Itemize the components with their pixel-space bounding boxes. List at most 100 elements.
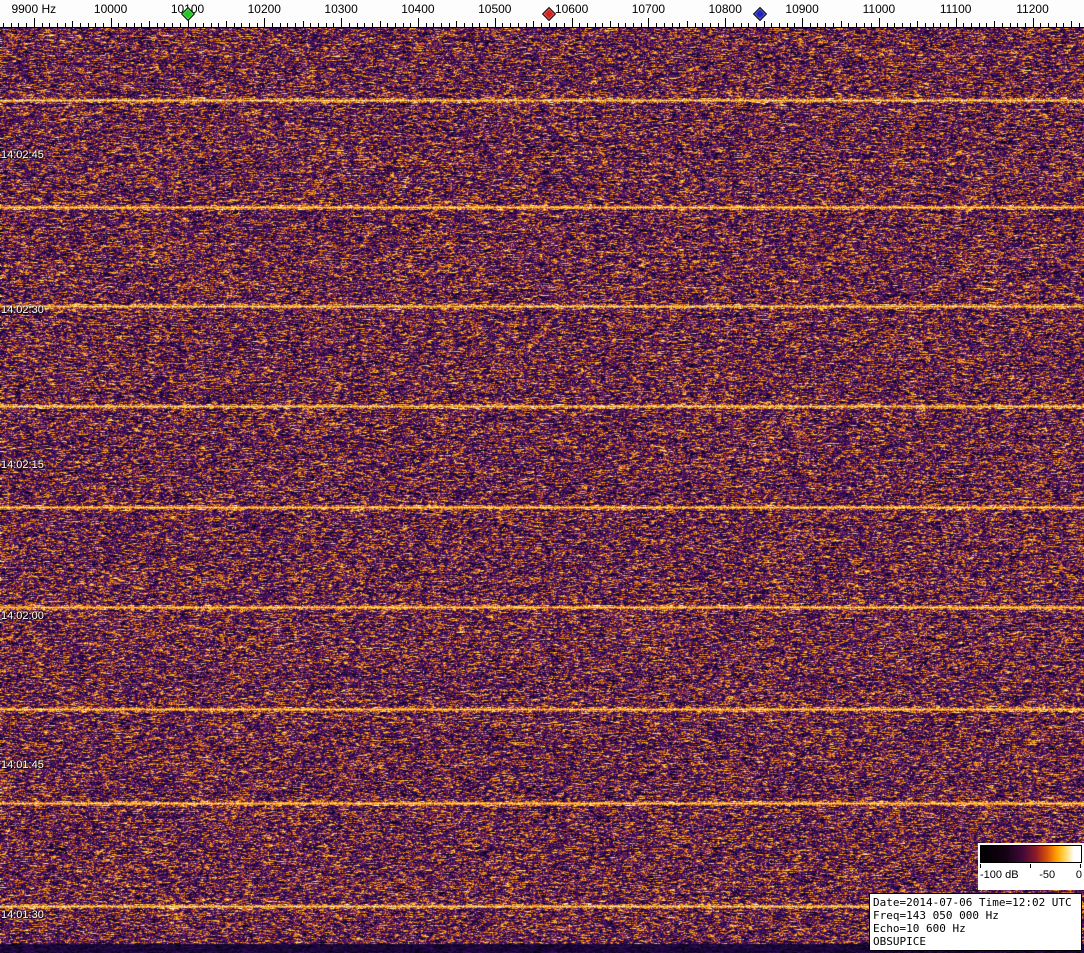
ruler-tick xyxy=(718,23,719,27)
ruler-tick xyxy=(333,23,334,27)
ruler-tick xyxy=(841,21,842,27)
frequency-ruler[interactable]: 9900 Hz100001010010200103001040010500106… xyxy=(0,0,1084,28)
ruler-tick xyxy=(986,23,987,27)
ruler-tick xyxy=(495,18,496,27)
ruler-tick xyxy=(472,23,473,27)
ruler-tick xyxy=(3,23,4,27)
ruler-tick xyxy=(172,23,173,27)
ruler-tick xyxy=(234,23,235,27)
ruler-tick xyxy=(971,23,972,27)
ruler-tick xyxy=(57,23,58,27)
ruler-tick xyxy=(318,23,319,27)
ruler-tick xyxy=(994,21,995,27)
ruler-tick xyxy=(349,23,350,27)
colorbar-labels: -100 dB -50 0 xyxy=(980,869,1082,881)
ruler-tick xyxy=(856,23,857,27)
ruler-tick xyxy=(418,18,419,27)
ruler-tick xyxy=(1010,23,1011,27)
ruler-tick xyxy=(72,21,73,27)
ruler-tick xyxy=(42,23,43,27)
ruler-tick xyxy=(203,23,204,27)
freq-tick-label: 11200 xyxy=(1016,2,1048,16)
ruler-tick xyxy=(118,23,119,27)
ruler-tick xyxy=(779,23,780,27)
ruler-tick xyxy=(1079,23,1080,27)
ruler-tick xyxy=(372,23,373,27)
ruler-tick xyxy=(802,18,803,27)
freq-tick-label: 11100 xyxy=(940,2,972,16)
freq-tick-label: 10700 xyxy=(632,2,665,16)
ruler-tick xyxy=(1071,21,1072,27)
ruler-tick xyxy=(303,21,304,27)
time-label: 14:01:30 xyxy=(1,909,44,921)
ruler-tick xyxy=(456,21,457,27)
ruler-tick xyxy=(410,23,411,27)
ruler-tick xyxy=(518,23,519,27)
time-label: 14:02:00 xyxy=(1,610,44,622)
info-line-freq: Freq=143 050 000 Hz xyxy=(873,909,1078,922)
time-label: 14:02:45 xyxy=(1,149,44,161)
ruler-tick xyxy=(748,23,749,27)
ruler-tick xyxy=(380,21,381,27)
ruler-tick xyxy=(103,23,104,27)
ruler-tick xyxy=(441,23,442,27)
ruler-tick xyxy=(848,23,849,27)
ruler-tick xyxy=(1056,23,1057,27)
ruler-tick xyxy=(902,23,903,27)
ruler-tick xyxy=(264,18,265,27)
ruler-tick xyxy=(80,23,81,27)
colorbar-label-mid: -50 xyxy=(1039,869,1055,881)
ruler-tick xyxy=(787,23,788,27)
ruler-tick xyxy=(695,23,696,27)
colorbar: -100 dB -50 0 xyxy=(978,843,1084,890)
freq-tick-label: 10200 xyxy=(248,2,281,16)
ruler-tick xyxy=(833,23,834,27)
ruler-tick xyxy=(679,23,680,27)
ruler-tick xyxy=(641,23,642,27)
ruler-tick xyxy=(403,23,404,27)
ruler-tick xyxy=(556,23,557,27)
ruler-tick xyxy=(948,23,949,27)
ruler-tick xyxy=(741,23,742,27)
marker-red-diamond[interactable] xyxy=(541,7,555,21)
ruler-tick xyxy=(1040,23,1041,27)
ruler-tick xyxy=(157,23,158,27)
freq-tick-label: 9900 Hz xyxy=(11,2,56,16)
ruler-tick xyxy=(449,23,450,27)
ruler-tick xyxy=(111,18,112,27)
info-line-station: OBSUPICE xyxy=(873,935,1078,948)
ruler-tick xyxy=(180,23,181,27)
time-label: 14:01:45 xyxy=(1,759,44,771)
ruler-tick xyxy=(164,23,165,27)
marker-blue-diamond[interactable] xyxy=(753,7,767,21)
ruler-tick xyxy=(1063,23,1064,27)
ruler-tick xyxy=(933,23,934,27)
colorbar-tick xyxy=(980,864,981,868)
colorbar-label-max: 0 xyxy=(1076,869,1082,881)
ruler-tick xyxy=(879,18,880,27)
ruler-tick xyxy=(364,23,365,27)
ruler-tick xyxy=(702,23,703,27)
ruler-tick xyxy=(526,23,527,27)
ruler-tick xyxy=(272,23,273,27)
colorbar-gradient[interactable] xyxy=(980,845,1082,863)
info-line-date: Date=2014-07-06 Time=12:02 UTC xyxy=(873,896,1078,909)
ruler-tick xyxy=(326,23,327,27)
ruler-tick xyxy=(1025,23,1026,27)
ruler-tick xyxy=(810,23,811,27)
info-box: Date=2014-07-06 Time=12:02 UTC Freq=143 … xyxy=(869,893,1082,951)
ruler-tick xyxy=(864,23,865,27)
time-label: 14:02:15 xyxy=(1,459,44,471)
ruler-tick xyxy=(287,23,288,27)
freq-tick-label: 10900 xyxy=(785,2,818,16)
ruler-tick xyxy=(241,23,242,27)
ruler-tick xyxy=(672,23,673,27)
ruler-tick xyxy=(579,23,580,27)
ruler-tick xyxy=(618,23,619,27)
waterfall-canvas[interactable] xyxy=(0,28,1084,953)
ruler-tick xyxy=(65,23,66,27)
ruler-tick xyxy=(687,21,688,27)
ruler-tick xyxy=(211,23,212,27)
ruler-tick xyxy=(549,23,550,27)
ruler-tick xyxy=(825,23,826,27)
